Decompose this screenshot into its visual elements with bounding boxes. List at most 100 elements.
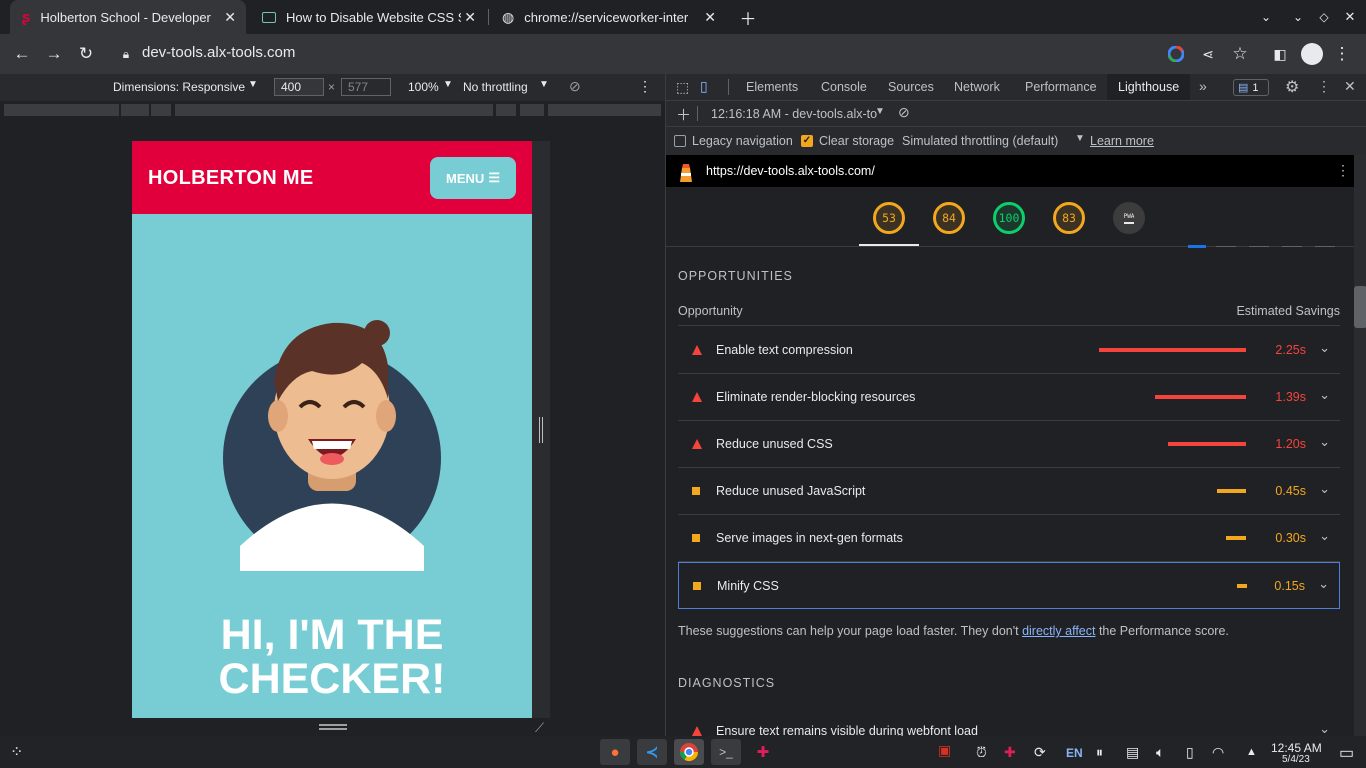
- devtools-more-icon[interactable]: ⋮: [1317, 78, 1331, 95]
- opportunity-label: Minify CSS: [717, 579, 779, 593]
- volume-icon[interactable]: 🔈︎: [1156, 744, 1164, 761]
- device-more-icon[interactable]: ⋮: [638, 78, 652, 95]
- height-input[interactable]: [341, 78, 391, 96]
- device-toggle-icon[interactable]: ▯: [700, 78, 708, 95]
- battery-icon[interactable]: ▯: [1186, 744, 1194, 761]
- vscode-icon[interactable]: ≺: [637, 739, 667, 765]
- gauge-best-practices[interactable]: 100: [993, 202, 1025, 234]
- back-icon[interactable]: ←: [10, 42, 34, 66]
- show-desktop-icon[interactable]: ▭: [1339, 743, 1354, 763]
- tab-sources[interactable]: Sources: [888, 74, 934, 100]
- score-value: 84: [942, 211, 956, 225]
- width-input[interactable]: [274, 78, 324, 96]
- browser-menu-icon[interactable]: ⋮: [1330, 42, 1354, 66]
- expand-chevron-icon[interactable]: ⌄: [1319, 721, 1330, 737]
- reload-icon[interactable]: ↻: [74, 42, 98, 66]
- zoom-dropdown[interactable]: 100%: [408, 80, 439, 94]
- settings-gear-icon[interactable]: ⚙: [1285, 77, 1299, 97]
- opportunity-row[interactable]: Enable text compression 2.25s ⌄: [678, 327, 1340, 374]
- throttling-select[interactable]: Simulated throttling (default): [902, 134, 1058, 148]
- devtools-scroll-thumb[interactable]: [1354, 286, 1366, 328]
- slack-tray-icon[interactable]: ✚: [1004, 744, 1016, 761]
- opportunity-row[interactable]: Reduce unused JavaScript 0.45s ⌄: [678, 468, 1340, 515]
- close-tab-icon[interactable]: ✕: [704, 9, 716, 26]
- issues-badge[interactable]: ▤ 1: [1233, 79, 1269, 96]
- expand-chevron-icon[interactable]: ⌄: [1319, 387, 1330, 403]
- resize-handle-right[interactable]: [539, 417, 543, 443]
- bookmark-star-icon[interactable]: ☆: [1228, 42, 1252, 66]
- tab-search-chevron-icon[interactable]: ⌄: [1254, 5, 1278, 29]
- resize-corner-icon[interactable]: ⟋: [535, 720, 544, 736]
- more-tabs-icon[interactable]: »: [1199, 78, 1207, 94]
- expand-chevron-icon[interactable]: ⌄: [1319, 434, 1330, 450]
- forward-icon[interactable]: →: [42, 42, 66, 66]
- gauge-accessibility[interactable]: 84: [933, 202, 965, 234]
- expand-chevron-icon[interactable]: ⌄: [1319, 481, 1330, 497]
- inspect-element-icon[interactable]: ⬚: [676, 79, 689, 96]
- close-devtools-icon[interactable]: ✕: [1344, 78, 1356, 95]
- gauge-pwa[interactable]: PWA: [1113, 202, 1145, 234]
- minimize-icon[interactable]: ⌄: [1286, 5, 1310, 29]
- clock-date[interactable]: 5/4/23: [1282, 754, 1310, 765]
- side-panel-icon[interactable]: ◧: [1268, 42, 1292, 66]
- report-url[interactable]: https://dev-tools.alx-tools.com/: [706, 164, 875, 178]
- pause-icon[interactable]: ⏸: [1096, 744, 1103, 761]
- close-tab-icon[interactable]: ✕: [224, 9, 236, 26]
- firefox-icon[interactable]: ●: [600, 739, 630, 765]
- tab-serviceworker[interactable]: ◍ chrome://serviceworker-inter ✕: [490, 0, 726, 34]
- resize-handle-bottom[interactable]: [319, 724, 347, 730]
- opportunity-row[interactable]: Eliminate render-blocking resources 1.39s…: [678, 374, 1340, 421]
- clear-reports-icon[interactable]: ⊘: [898, 104, 910, 121]
- clipboard-icon[interactable]: ▤: [1126, 744, 1139, 761]
- lock-icon[interactable]: 🔒︎: [114, 42, 138, 66]
- tab-network[interactable]: Network: [954, 74, 1000, 100]
- tab-console[interactable]: Console: [821, 74, 867, 100]
- expand-chevron-icon[interactable]: ⌄: [1319, 340, 1330, 356]
- maximize-icon[interactable]: ◇: [1312, 5, 1336, 29]
- clock-time[interactable]: 12:45 AM: [1271, 741, 1322, 755]
- throttling-dropdown[interactable]: No throttling: [463, 80, 528, 94]
- gauge-seo[interactable]: 83: [1053, 202, 1085, 234]
- tray-expand-icon[interactable]: ▲: [1246, 746, 1257, 758]
- report-selector[interactable]: 12:16:18 AM - dev-tools.alx-to: [711, 107, 877, 121]
- learn-more-link[interactable]: Learn more: [1090, 134, 1154, 148]
- tab-holberton[interactable]: ʂ Holberton School - Developer ✕: [10, 0, 246, 34]
- devtools-scrollbar[interactable]: [1354, 155, 1366, 736]
- new-tab-icon[interactable]: ＋: [736, 5, 760, 29]
- expand-chevron-icon[interactable]: ⌄: [1318, 576, 1329, 592]
- sync-icon[interactable]: ⟳: [1034, 744, 1046, 761]
- report-menu-icon[interactable]: ⋮: [1336, 162, 1350, 179]
- language-indicator[interactable]: EN: [1066, 746, 1083, 760]
- directly-affect-link[interactable]: directly affect: [1022, 624, 1095, 638]
- opportunity-row[interactable]: Reduce unused CSS 1.20s ⌄: [678, 421, 1340, 468]
- dictionary-icon[interactable]: ▣: [938, 742, 951, 759]
- close-tab-icon[interactable]: ✕: [464, 9, 476, 26]
- google-icon[interactable]: [1164, 42, 1188, 66]
- dimensions-dropdown[interactable]: Dimensions: Responsive: [113, 80, 245, 94]
- slack-icon[interactable]: ✚: [748, 739, 778, 765]
- tab-performance[interactable]: Performance: [1025, 74, 1097, 100]
- legacy-navigation-checkbox[interactable]: [674, 135, 686, 147]
- new-report-icon[interactable]: ＋: [676, 104, 691, 125]
- address-bar-url[interactable]: dev-tools.alx-tools.com: [142, 44, 295, 61]
- clear-storage-checkbox[interactable]: ✓: [801, 135, 813, 147]
- profile-avatar-icon[interactable]: [1300, 42, 1324, 66]
- gauge-performance[interactable]: 53: [873, 202, 905, 234]
- opportunity-row[interactable]: Minify CSS 0.15s ⌄: [678, 562, 1340, 609]
- menu-button[interactable]: MENU ☰: [430, 157, 516, 199]
- expand-chevron-icon[interactable]: ⌄: [1319, 528, 1330, 544]
- app-launcher-icon[interactable]: ⁘: [10, 742, 23, 762]
- tab-disable-css[interactable]: How to Disable Website CSS S ✕: [250, 0, 486, 34]
- wifi-icon[interactable]: ◠: [1212, 744, 1224, 761]
- tab-lighthouse[interactable]: Lighthouse: [1107, 74, 1191, 100]
- chrome-icon[interactable]: [674, 739, 704, 765]
- tab-elements[interactable]: Elements: [746, 74, 798, 100]
- close-window-icon[interactable]: ✕: [1338, 5, 1362, 29]
- alarm-icon[interactable]: ⏰︎: [976, 744, 987, 761]
- opportunity-row[interactable]: Serve images in next-gen formats 0.30s ⌄: [678, 515, 1340, 562]
- brand-logo-text[interactable]: HOLBERTON ME: [148, 167, 313, 190]
- terminal-icon[interactable]: >_: [711, 739, 741, 765]
- diagnostic-row[interactable]: Ensure text remains visible during webfo…: [678, 708, 1340, 738]
- share-icon[interactable]: ⋖: [1196, 42, 1220, 66]
- rotate-icon[interactable]: ⊘: [569, 78, 581, 95]
